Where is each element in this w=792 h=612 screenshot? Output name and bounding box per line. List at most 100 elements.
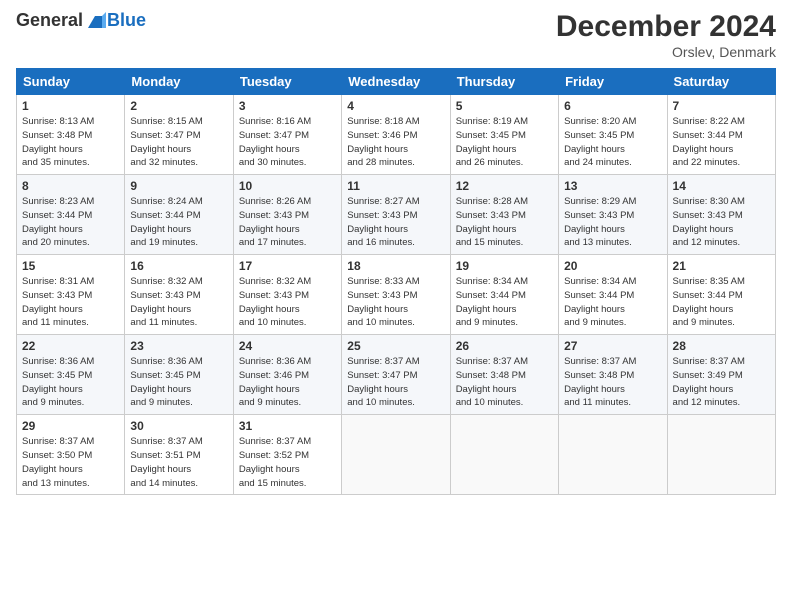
day-info: Sunrise: 8:37 AMSunset: 3:47 PMDaylight … [347,356,419,408]
table-row [559,415,667,495]
day-info: Sunrise: 8:34 AMSunset: 3:44 PMDaylight … [564,276,636,328]
day-info: Sunrise: 8:32 AMSunset: 3:43 PMDaylight … [239,276,311,328]
day-info: Sunrise: 8:37 AMSunset: 3:48 PMDaylight … [564,356,636,408]
table-row: 13 Sunrise: 8:29 AMSunset: 3:43 PMDaylig… [559,175,667,255]
day-number: 13 [564,179,661,193]
day-info: Sunrise: 8:30 AMSunset: 3:43 PMDaylight … [673,196,745,248]
table-row: 2 Sunrise: 8:15 AMSunset: 3:47 PMDayligh… [125,95,233,175]
table-row: 28 Sunrise: 8:37 AMSunset: 3:49 PMDaylig… [667,335,775,415]
table-row: 26 Sunrise: 8:37 AMSunset: 3:48 PMDaylig… [450,335,558,415]
col-header-sunday: Sunday [17,69,125,95]
day-number: 27 [564,339,661,353]
col-header-thursday: Thursday [450,69,558,95]
col-header-wednesday: Wednesday [342,69,450,95]
table-row: 16 Sunrise: 8:32 AMSunset: 3:43 PMDaylig… [125,255,233,335]
table-row: 18 Sunrise: 8:33 AMSunset: 3:43 PMDaylig… [342,255,450,335]
day-number: 23 [130,339,227,353]
title-area: December 2024 Orslev, Denmark [556,10,776,60]
day-number: 3 [239,99,336,113]
table-row: 31 Sunrise: 8:37 AMSunset: 3:52 PMDaylig… [233,415,341,495]
day-number: 18 [347,259,444,273]
day-info: Sunrise: 8:20 AMSunset: 3:45 PMDaylight … [564,116,636,168]
calendar-header-row: SundayMondayTuesdayWednesdayThursdayFrid… [17,69,776,95]
table-row: 21 Sunrise: 8:35 AMSunset: 3:44 PMDaylig… [667,255,775,335]
table-row: 14 Sunrise: 8:30 AMSunset: 3:43 PMDaylig… [667,175,775,255]
table-row: 19 Sunrise: 8:34 AMSunset: 3:44 PMDaylig… [450,255,558,335]
logo: General Blue [16,10,146,31]
table-row: 20 Sunrise: 8:34 AMSunset: 3:44 PMDaylig… [559,255,667,335]
day-info: Sunrise: 8:33 AMSunset: 3:43 PMDaylight … [347,276,419,328]
day-number: 14 [673,179,770,193]
col-header-friday: Friday [559,69,667,95]
day-info: Sunrise: 8:32 AMSunset: 3:43 PMDaylight … [130,276,202,328]
day-number: 29 [22,419,119,433]
day-info: Sunrise: 8:31 AMSunset: 3:43 PMDaylight … [22,276,94,328]
table-row: 17 Sunrise: 8:32 AMSunset: 3:43 PMDaylig… [233,255,341,335]
day-number: 30 [130,419,227,433]
day-number: 22 [22,339,119,353]
day-info: Sunrise: 8:15 AMSunset: 3:47 PMDaylight … [130,116,202,168]
table-row: 4 Sunrise: 8:18 AMSunset: 3:46 PMDayligh… [342,95,450,175]
table-row: 24 Sunrise: 8:36 AMSunset: 3:46 PMDaylig… [233,335,341,415]
month-title: December 2024 [556,10,776,44]
table-row: 11 Sunrise: 8:27 AMSunset: 3:43 PMDaylig… [342,175,450,255]
day-number: 7 [673,99,770,113]
day-info: Sunrise: 8:13 AMSunset: 3:48 PMDaylight … [22,116,94,168]
day-info: Sunrise: 8:28 AMSunset: 3:43 PMDaylight … [456,196,528,248]
day-info: Sunrise: 8:18 AMSunset: 3:46 PMDaylight … [347,116,419,168]
location: Orslev, Denmark [556,44,776,60]
day-info: Sunrise: 8:22 AMSunset: 3:44 PMDaylight … [673,116,745,168]
logo-general-text: General [16,10,83,31]
day-info: Sunrise: 8:36 AMSunset: 3:45 PMDaylight … [22,356,94,408]
day-info: Sunrise: 8:36 AMSunset: 3:45 PMDaylight … [130,356,202,408]
table-row: 10 Sunrise: 8:26 AMSunset: 3:43 PMDaylig… [233,175,341,255]
table-row: 5 Sunrise: 8:19 AMSunset: 3:45 PMDayligh… [450,95,558,175]
day-number: 2 [130,99,227,113]
page: General Blue December 2024 Orslev, Denma… [0,0,792,612]
table-row: 27 Sunrise: 8:37 AMSunset: 3:48 PMDaylig… [559,335,667,415]
table-row: 23 Sunrise: 8:36 AMSunset: 3:45 PMDaylig… [125,335,233,415]
day-info: Sunrise: 8:27 AMSunset: 3:43 PMDaylight … [347,196,419,248]
day-number: 21 [673,259,770,273]
logo-area: General Blue [16,10,146,31]
table-row: 12 Sunrise: 8:28 AMSunset: 3:43 PMDaylig… [450,175,558,255]
logo-blue-text: Blue [107,10,146,31]
day-number: 10 [239,179,336,193]
day-info: Sunrise: 8:29 AMSunset: 3:43 PMDaylight … [564,196,636,248]
day-info: Sunrise: 8:37 AMSunset: 3:51 PMDaylight … [130,436,202,488]
day-number: 17 [239,259,336,273]
day-number: 16 [130,259,227,273]
table-row: 25 Sunrise: 8:37 AMSunset: 3:47 PMDaylig… [342,335,450,415]
day-info: Sunrise: 8:37 AMSunset: 3:52 PMDaylight … [239,436,311,488]
day-number: 6 [564,99,661,113]
day-number: 8 [22,179,119,193]
day-number: 28 [673,339,770,353]
calendar: SundayMondayTuesdayWednesdayThursdayFrid… [16,68,776,495]
table-row: 15 Sunrise: 8:31 AMSunset: 3:43 PMDaylig… [17,255,125,335]
day-info: Sunrise: 8:37 AMSunset: 3:48 PMDaylight … [456,356,528,408]
table-row: 22 Sunrise: 8:36 AMSunset: 3:45 PMDaylig… [17,335,125,415]
day-number: 24 [239,339,336,353]
header: General Blue December 2024 Orslev, Denma… [16,10,776,60]
table-row: 1 Sunrise: 8:13 AMSunset: 3:48 PMDayligh… [17,95,125,175]
day-number: 26 [456,339,553,353]
day-number: 11 [347,179,444,193]
day-number: 5 [456,99,553,113]
day-number: 25 [347,339,444,353]
day-info: Sunrise: 8:16 AMSunset: 3:47 PMDaylight … [239,116,311,168]
table-row [450,415,558,495]
day-number: 15 [22,259,119,273]
day-number: 19 [456,259,553,273]
logo-icon [84,12,106,30]
table-row [342,415,450,495]
day-info: Sunrise: 8:26 AMSunset: 3:43 PMDaylight … [239,196,311,248]
table-row: 3 Sunrise: 8:16 AMSunset: 3:47 PMDayligh… [233,95,341,175]
day-info: Sunrise: 8:34 AMSunset: 3:44 PMDaylight … [456,276,528,328]
table-row [667,415,775,495]
day-info: Sunrise: 8:36 AMSunset: 3:46 PMDaylight … [239,356,311,408]
day-info: Sunrise: 8:37 AMSunset: 3:50 PMDaylight … [22,436,94,488]
day-info: Sunrise: 8:19 AMSunset: 3:45 PMDaylight … [456,116,528,168]
table-row: 30 Sunrise: 8:37 AMSunset: 3:51 PMDaylig… [125,415,233,495]
day-number: 20 [564,259,661,273]
day-number: 4 [347,99,444,113]
